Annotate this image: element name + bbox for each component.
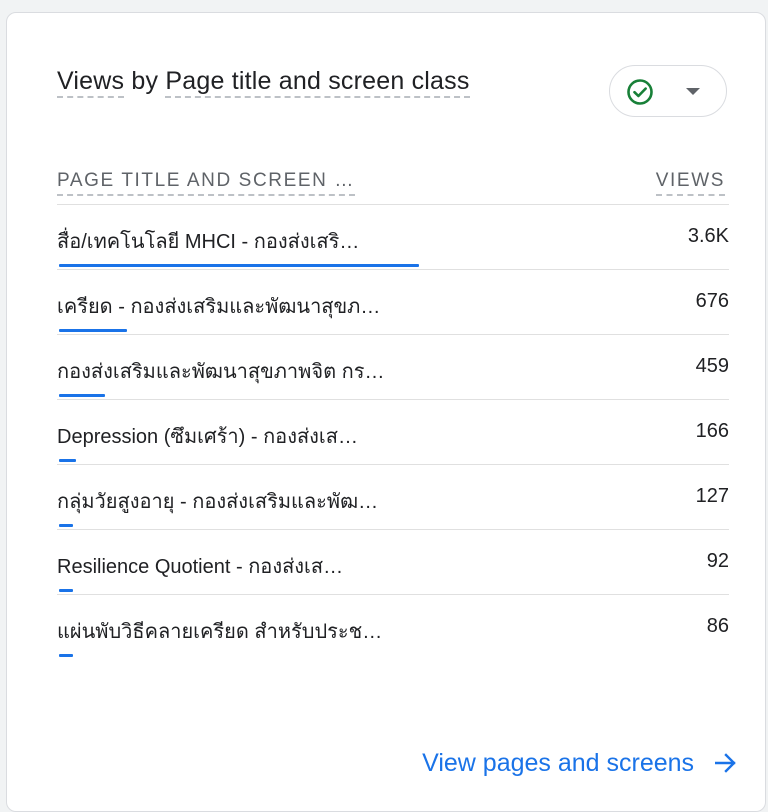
table-row[interactable]: กองส่งเสริมและพัฒนาสุขภาพจิต กร… 459 <box>57 334 729 399</box>
row-views-value: 86 <box>706 615 729 637</box>
row-page-title: กลุ่มวัยสูงอายุ - กองส่งเสริมและพัฒ… <box>57 491 379 513</box>
caret-down-icon <box>686 88 700 95</box>
views-by-page-card: Views by Page title and screen class PAG… <box>6 12 766 812</box>
row-views-value: 92 <box>706 550 729 572</box>
arrow-right-icon <box>715 753 736 773</box>
column-header-page-title-label: PAGE TITLE AND SCREEN … <box>57 170 355 196</box>
table-body: สื่อ/เทคโนโลยี MHCI - กองส่งเสริ… 3.6K เคร… <box>57 204 729 659</box>
row-views-bar <box>59 524 73 527</box>
title-connector: by <box>124 67 166 95</box>
view-pages-and-screens-link[interactable]: View pages and screens <box>422 749 737 778</box>
metric-name[interactable]: Views <box>57 67 125 98</box>
table-row[interactable]: แผ่นพับวิธีคลายเครียด สำหรับประช… 86 <box>57 594 729 659</box>
row-views-bar <box>59 459 76 462</box>
status-dropdown-button[interactable] <box>609 65 727 117</box>
row-views-value: 127 <box>695 485 729 507</box>
row-views-bar <box>59 589 73 592</box>
table-row[interactable]: Resilience Quotient - กองส่งเส… 92 <box>57 529 729 594</box>
row-views-value: 166 <box>695 420 729 442</box>
column-header-page-title[interactable]: PAGE TITLE AND SCREEN … <box>57 170 355 196</box>
row-page-title: กองส่งเสริมและพัฒนาสุขภาพจิต กร… <box>57 361 385 383</box>
dimension-name[interactable]: Page title and screen class <box>165 67 470 98</box>
column-header-views[interactable]: VIEWS <box>655 170 725 196</box>
view-pages-link-label: View pages and screens <box>422 749 695 777</box>
row-views-bar <box>59 264 419 267</box>
row-page-title: Depression (ซึมเศร้า) - กองส่งเส… <box>57 426 358 448</box>
row-page-title: Resilience Quotient - กองส่งเส… <box>57 556 344 578</box>
check-circle-icon <box>627 79 653 105</box>
row-views-value: 676 <box>695 290 729 312</box>
column-header-views-label: VIEWS <box>655 170 725 196</box>
table-row[interactable]: Depression (ซึมเศร้า) - กองส่งเส… 166 <box>57 399 729 464</box>
card-title: Views by Page title and screen class <box>57 67 470 98</box>
row-page-title: แผ่นพับวิธีคลายเครียด สำหรับประช… <box>57 621 383 643</box>
table-row[interactable]: เครียด - กองส่งเสริมและพัฒนาสุขภ… 676 <box>57 269 729 334</box>
row-views-value: 459 <box>695 355 729 377</box>
row-views-value: 3.6K <box>687 225 729 247</box>
row-views-bar <box>59 394 105 397</box>
table-row[interactable]: กลุ่มวัยสูงอายุ - กองส่งเสริมและพัฒ… 127 <box>57 464 729 529</box>
row-page-title: เครียด - กองส่งเสริมและพัฒนาสุขภ… <box>57 296 381 318</box>
row-views-bar <box>59 654 73 657</box>
row-page-title: สื่อ/เทคโนโลยี MHCI - กองส่งเสริ… <box>57 231 360 253</box>
row-views-bar <box>59 329 127 332</box>
table-row[interactable]: สื่อ/เทคโนโลยี MHCI - กองส่งเสริ… 3.6K <box>57 204 729 269</box>
